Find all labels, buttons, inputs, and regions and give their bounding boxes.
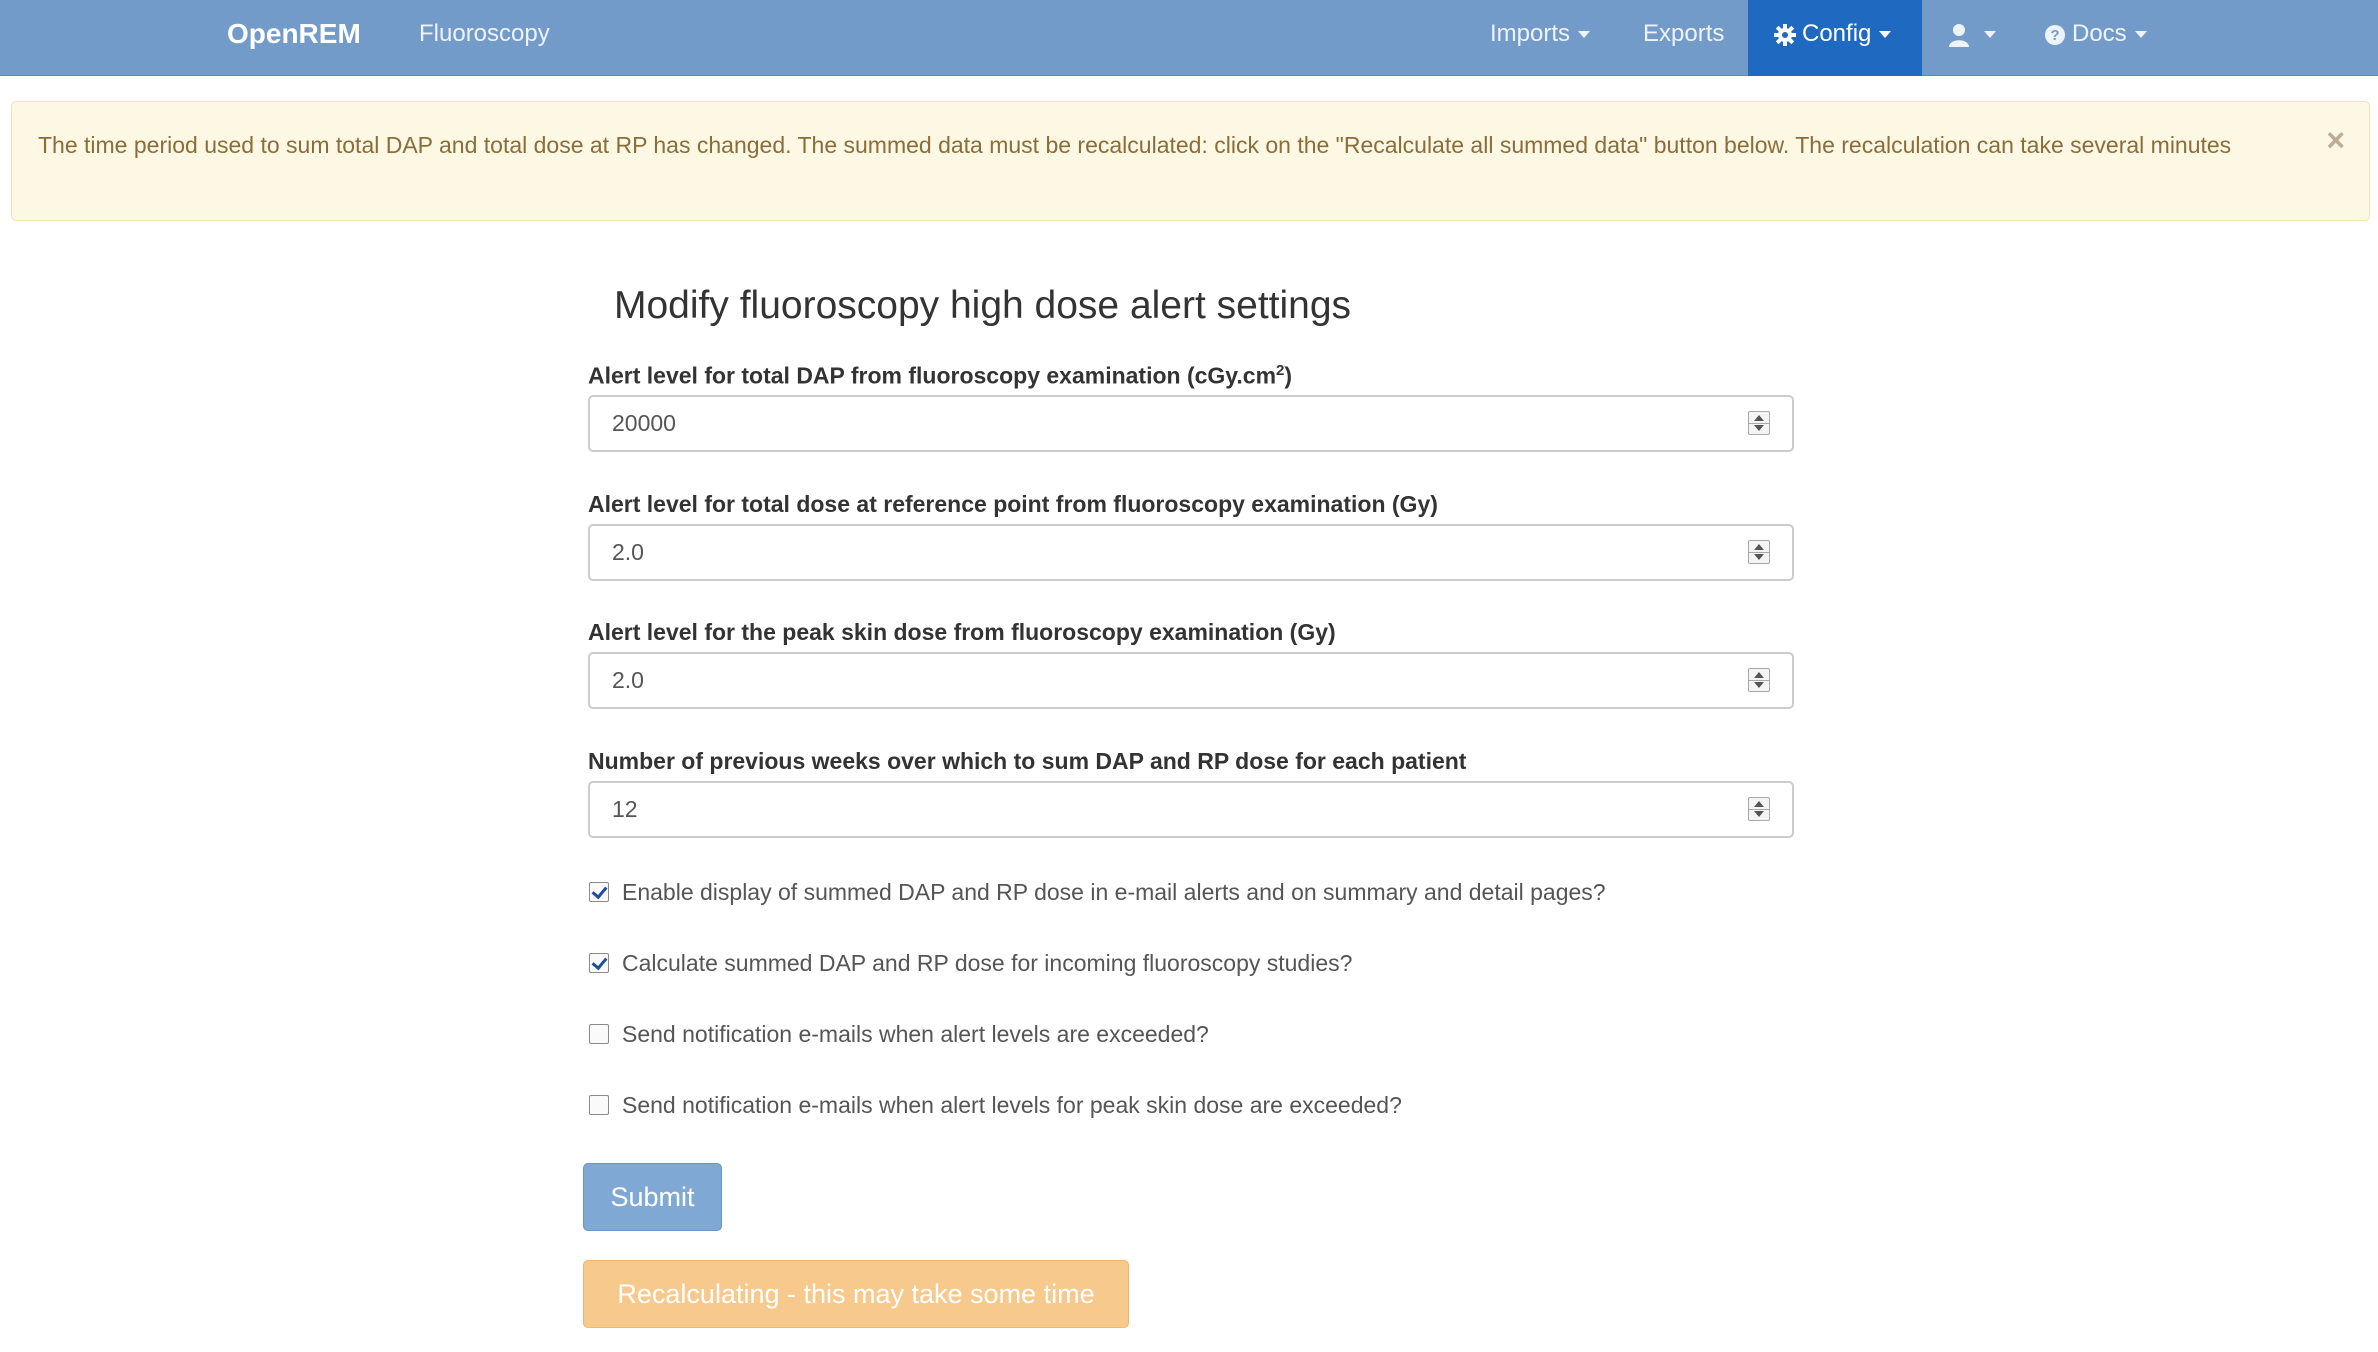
nav-imports-label: Imports <box>1490 20 1571 47</box>
close-icon[interactable]: × <box>2326 124 2345 156</box>
skin-dose-alert-label: Alert level for the peak skin dose from … <box>588 619 1336 645</box>
submit-button[interactable]: Submit <box>583 1163 722 1231</box>
nav-fluoroscopy[interactable]: Fluoroscopy <box>419 0 550 76</box>
rp-dose-alert-input[interactable]: 2.0 <box>588 524 1794 581</box>
question-circle-icon: ? <box>2045 24 2065 45</box>
rp-dose-alert-label: Alert level for total dose at reference … <box>588 491 1438 517</box>
caret-down-icon <box>2134 31 2147 39</box>
nav-config-label: Config <box>1802 20 1872 47</box>
display-summed-label: Enable display of summed DAP and RP dose… <box>622 879 1606 905</box>
number-spinner[interactable] <box>1748 668 1770 692</box>
recalculate-button[interactable]: Recalculating - this may take some time <box>583 1260 1129 1328</box>
user-icon <box>1949 23 1969 47</box>
skin-dose-alert-input[interactable]: 2.0 <box>588 652 1794 709</box>
brand-link[interactable]: OpenREM <box>227 0 361 76</box>
dap-alert-label-text: Alert level for total DAP from fluorosco… <box>588 362 1277 389</box>
nav-config-dropdown[interactable]: Config <box>1748 0 1922 76</box>
number-spinner[interactable] <box>1748 411 1770 435</box>
weeks-sum-value: 12 <box>612 796 638 822</box>
calculate-summed-label: Calculate summed DAP and RP dose for inc… <box>622 950 1353 976</box>
dap-alert-label-suffix: ) <box>1284 362 1293 389</box>
calculate-summed-checkbox[interactable] <box>589 953 609 973</box>
caret-down-icon <box>1984 31 1996 39</box>
page-title: Modify fluoroscopy high dose alert setti… <box>614 284 1352 327</box>
number-spinner[interactable] <box>1748 540 1770 564</box>
nav-user-dropdown[interactable] <box>1948 0 1996 76</box>
gear-icon <box>1774 23 1796 46</box>
dap-alert-input[interactable]: 20000 <box>588 395 1794 452</box>
caret-down-icon <box>1879 31 1892 39</box>
number-spinner[interactable] <box>1748 797 1770 821</box>
dap-alert-value: 20000 <box>612 410 676 436</box>
rp-dose-alert-value: 2.0 <box>612 539 644 565</box>
skin-dose-alert-value: 2.0 <box>612 667 644 693</box>
weeks-sum-label: Number of previous weeks over which to s… <box>588 748 1467 774</box>
alert-message: The time period used to sum total DAP an… <box>38 132 2232 158</box>
recalculation-warning-alert: The time period used to sum total DAP an… <box>11 101 2370 221</box>
weeks-sum-input[interactable]: 12 <box>588 781 1794 838</box>
nav-exports[interactable]: Exports <box>1643 0 1724 76</box>
top-navbar: OpenREM Fluoroscopy Imports Exports Conf… <box>0 0 2378 76</box>
send-skin-dose-emails-checkbox[interactable] <box>589 1095 609 1115</box>
dap-alert-label: Alert level for total DAP from fluorosco… <box>588 362 1292 390</box>
display-summed-checkbox[interactable] <box>589 882 609 902</box>
send-emails-checkbox[interactable] <box>589 1024 609 1044</box>
svg-text:?: ? <box>2050 27 2059 44</box>
nav-docs-dropdown[interactable]: ? Docs <box>2044 0 2147 76</box>
nav-imports-dropdown[interactable]: Imports <box>1490 0 1591 76</box>
send-skin-dose-emails-label: Send notification e-mails when alert lev… <box>622 1092 1402 1118</box>
send-emails-label: Send notification e-mails when alert lev… <box>622 1021 1209 1047</box>
nav-docs-label: Docs <box>2072 20 2127 47</box>
caret-down-icon <box>1578 31 1591 39</box>
